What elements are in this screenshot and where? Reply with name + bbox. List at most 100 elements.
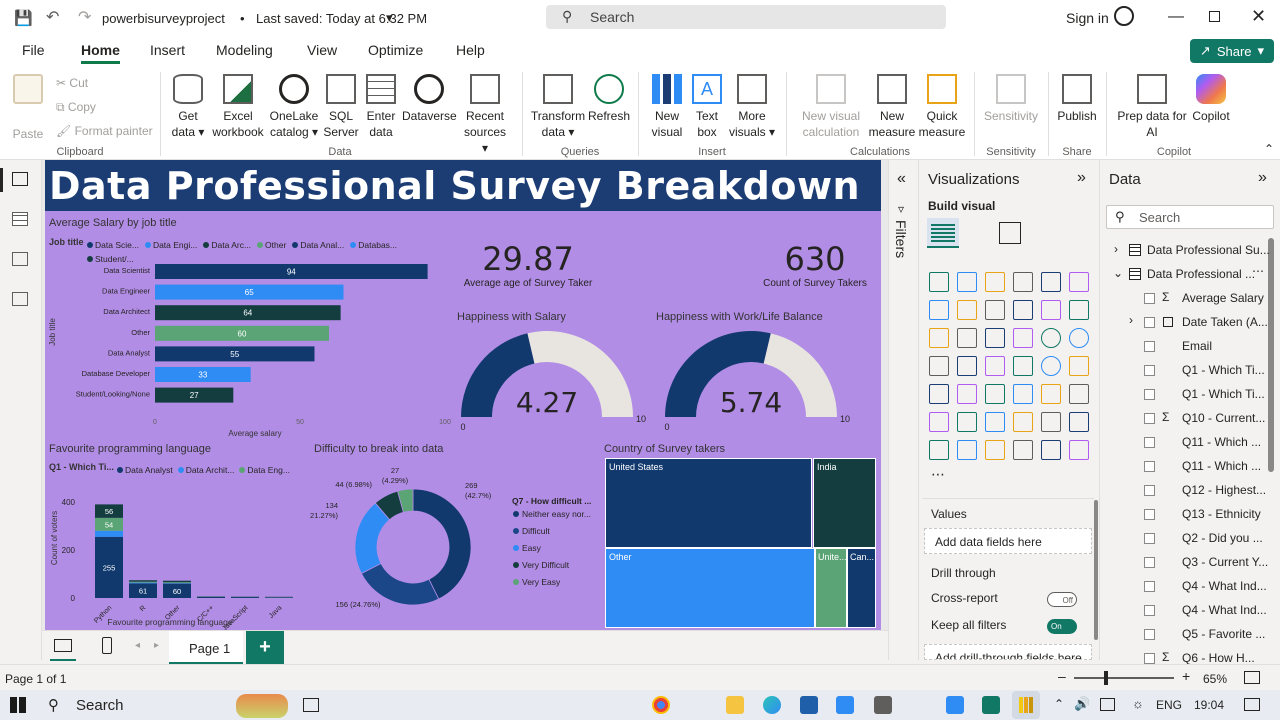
field-checkbox[interactable] <box>1144 605 1155 616</box>
tab-file[interactable]: File <box>22 42 45 58</box>
new-visual-button[interactable]: New visual <box>648 74 686 140</box>
card-icon[interactable] <box>1069 356 1089 376</box>
app-icon[interactable] <box>982 696 1000 714</box>
volume-icon[interactable]: 🔊 <box>1074 696 1090 712</box>
legend-item[interactable]: Data Archit... <box>177 465 234 475</box>
line-clustered-icon[interactable] <box>1069 300 1089 320</box>
field-checkbox[interactable] <box>1144 629 1155 640</box>
data-field[interactable]: Q11 - Which ... <box>1182 457 1261 475</box>
copilot-button[interactable]: Copilot <box>1188 74 1234 124</box>
stacked-bar-icon[interactable] <box>929 272 949 292</box>
display-icon[interactable] <box>1100 698 1115 711</box>
chevron-right-icon[interactable]: » <box>1258 169 1267 187</box>
onelake-catalog-button[interactable]: OneLake catalog ▾ <box>268 74 320 140</box>
tab-view[interactable]: View <box>307 42 337 58</box>
arcgis-icon[interactable] <box>1013 440 1033 460</box>
tab-modeling[interactable]: Modeling <box>216 42 273 58</box>
treemap-cell[interactable]: Unite... <box>815 548 847 628</box>
transform-data-button[interactable]: Transform data ▾ <box>530 74 586 140</box>
chevron-down-icon[interactable]: ⌄ <box>1113 266 1123 280</box>
field-checkbox[interactable] <box>1144 557 1155 568</box>
publish-button[interactable]: Publish <box>1054 74 1100 124</box>
keep-filters-toggle[interactable]: On <box>1047 619 1077 634</box>
zoom-out-button[interactable]: – <box>1058 668 1066 684</box>
prep-data-for-ai-button[interactable]: Prep data for AI <box>1114 74 1190 140</box>
line-column-icon[interactable] <box>1041 300 1061 320</box>
copy-button[interactable]: ⧉ Copy <box>56 100 96 115</box>
cross-report-toggle[interactable]: Off <box>1047 592 1077 607</box>
enter-data-button[interactable]: Enter data <box>364 74 398 140</box>
powerbi-taskbar-active[interactable] <box>1012 691 1040 719</box>
kpi-icon[interactable] <box>957 384 977 404</box>
matrix-icon[interactable] <box>1041 384 1061 404</box>
legend-item[interactable]: Data Scie... <box>87 240 139 250</box>
field-checkbox[interactable] <box>1144 365 1155 376</box>
get-data-button[interactable]: Get data ▾ <box>166 74 210 140</box>
100-column-icon[interactable] <box>1069 272 1089 292</box>
sensitivity-button[interactable]: Sensitivity <box>980 74 1042 124</box>
chrome-icon[interactable] <box>652 696 670 714</box>
chevron-up-icon[interactable]: ⌃ <box>1054 697 1064 711</box>
scrollbar[interactable] <box>1094 500 1098 640</box>
data-field[interactable]: Q2 - Did you ... <box>1182 529 1263 547</box>
zoom-slider[interactable] <box>1074 677 1174 679</box>
tab-help[interactable]: Help <box>456 42 485 58</box>
dataverse-button[interactable]: Dataverse <box>402 74 457 124</box>
power-automate-icon[interactable] <box>985 440 1005 460</box>
treemap-cell[interactable]: Can... <box>847 548 876 628</box>
kpi-average-age[interactable]: 29.87 Average age of Survey Taker <box>450 240 606 289</box>
treemap-cell[interactable]: India <box>813 458 876 548</box>
field-checkbox[interactable] <box>1144 389 1155 400</box>
taskbar-search[interactable]: Search <box>76 697 124 714</box>
app-icon[interactable] <box>800 696 818 714</box>
legend-item[interactable]: Data Analyst <box>117 465 173 475</box>
power-apps-icon[interactable] <box>957 440 977 460</box>
fit-to-page-icon[interactable] <box>1244 671 1260 684</box>
100-area-icon[interactable] <box>1013 300 1033 320</box>
data-table[interactable]: Data Professional Su... <box>1147 241 1270 259</box>
new-visual-calculation-button[interactable]: New visual calculation <box>798 74 864 140</box>
refresh-button[interactable]: Refresh <box>588 74 630 124</box>
data-field[interactable]: Q3 - Current Y... <box>1182 553 1268 571</box>
clustered-bar-icon[interactable] <box>985 272 1005 292</box>
chevron-left-icon[interactable]: « <box>897 170 906 188</box>
mobile-layout-icon[interactable] <box>102 637 112 654</box>
more-icon[interactable]: ⋯ <box>1252 264 1264 278</box>
app-icon[interactable] <box>874 696 892 714</box>
treemap-icon[interactable] <box>929 356 949 376</box>
redo-icon[interactable]: ↷ <box>78 7 91 27</box>
zoom-in-button[interactable]: + <box>1182 668 1190 684</box>
ribbon-icon[interactable] <box>929 328 949 348</box>
language-chart[interactable]: Favourite programming language Q1 - Whic… <box>45 440 305 630</box>
sign-in-link[interactable]: Sign in <box>1066 10 1109 26</box>
azure-map-icon[interactable] <box>1013 356 1033 376</box>
chevron-left-icon[interactable]: ◂ <box>135 640 140 651</box>
filled-map-icon[interactable] <box>985 356 1005 376</box>
area-icon[interactable] <box>957 300 977 320</box>
tab-page-1[interactable]: Page 1 <box>169 631 243 665</box>
legend-item[interactable]: Data Anal... <box>292 240 344 250</box>
collapse-ribbon-icon[interactable]: ⌃ <box>1264 142 1274 156</box>
difficulty-donut[interactable]: Difficulty to break into data 269 (42.7%)… <box>310 440 605 630</box>
data-field[interactable]: Q1 - Which Ti... <box>1182 385 1265 403</box>
more-visuals-button[interactable]: More visuals ▾ <box>726 74 778 140</box>
clustered-column-icon[interactable] <box>1013 272 1033 292</box>
qa-icon[interactable] <box>1013 412 1033 432</box>
report-view-icon[interactable] <box>12 172 28 186</box>
search-input[interactable]: ⚲ Search <box>546 5 946 29</box>
text-box-button[interactable]: A Text box <box>690 74 724 140</box>
diamond-icon[interactable] <box>1041 440 1061 460</box>
field-checkbox[interactable] <box>1144 317 1155 328</box>
narrative-icon[interactable] <box>1041 412 1061 432</box>
funnel-icon[interactable] <box>985 328 1005 348</box>
scrollbar[interactable] <box>1268 238 1274 472</box>
field-checkbox[interactable] <box>1144 461 1155 472</box>
stacked-area-icon[interactable] <box>985 300 1005 320</box>
new-measure-button[interactable]: New measure <box>868 74 916 140</box>
field-checkbox[interactable] <box>1144 509 1155 520</box>
r-visual-icon[interactable] <box>1069 384 1089 404</box>
account-icon[interactable] <box>1114 6 1134 26</box>
model-view-icon[interactable] <box>12 252 28 266</box>
field-checkbox[interactable] <box>1144 581 1155 592</box>
build-visual-tab[interactable] <box>927 218 959 248</box>
